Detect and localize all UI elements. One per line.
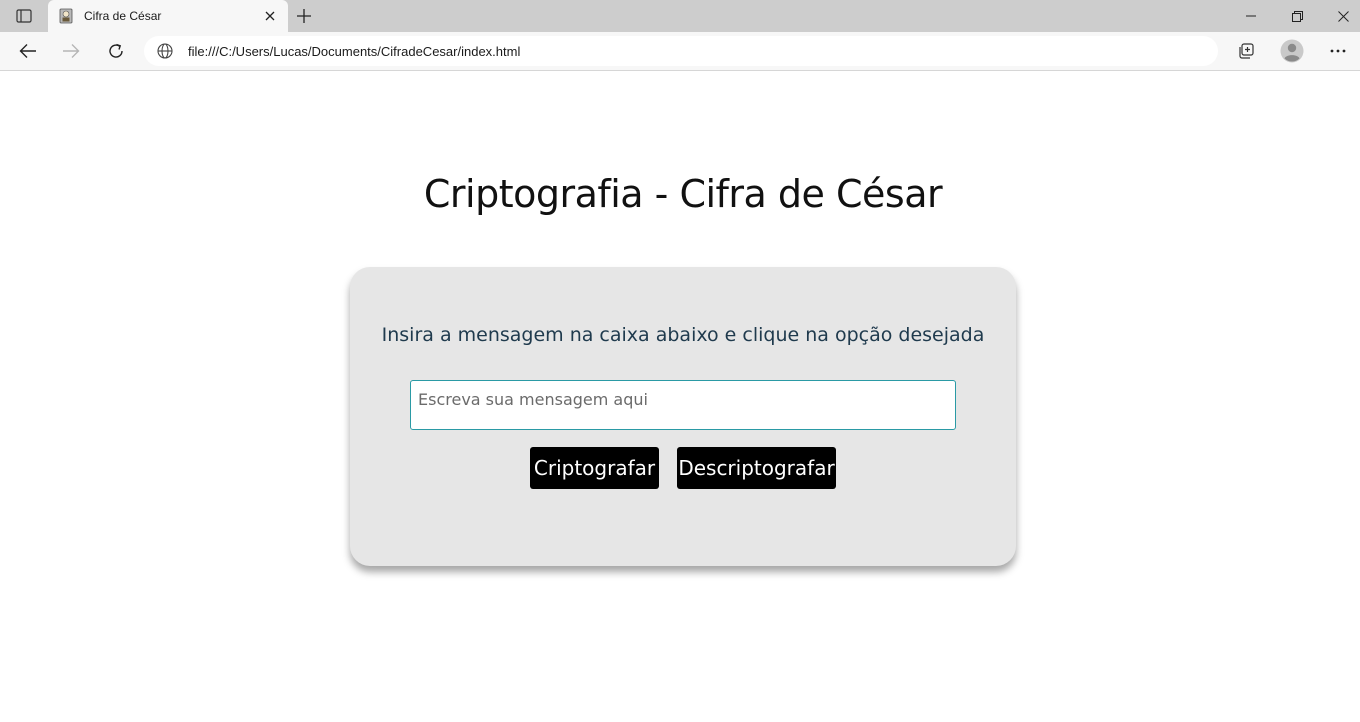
instruction-text: Insira a mensagem na caixa abaixo e cliq… (381, 324, 985, 346)
browser-toolbar: file:///C:/Users/Lucas/Documents/Cifrade… (0, 32, 1360, 71)
message-input[interactable] (410, 380, 956, 430)
reload-icon[interactable] (101, 37, 131, 65)
minimize-icon[interactable] (1228, 0, 1274, 32)
globe-icon[interactable] (156, 42, 174, 60)
tab-actions-icon[interactable] (10, 6, 38, 26)
avatar-icon[interactable] (1277, 37, 1307, 65)
tab-title: Cifra de César (84, 9, 162, 23)
encrypt-button[interactable]: Criptografar (530, 447, 659, 489)
browser-tab[interactable]: Cifra de César (48, 0, 288, 32)
cipher-card: Insira a mensagem na caixa abaixo e cliq… (350, 267, 1016, 566)
window-close-icon[interactable] (1320, 0, 1360, 32)
page-content: Criptografia - Cifra de César Insira a m… (0, 72, 1360, 722)
more-icon[interactable] (1323, 37, 1353, 65)
address-text[interactable]: file:///C:/Users/Lucas/Documents/Cifrade… (188, 44, 520, 59)
plus-icon[interactable] (292, 6, 316, 26)
collections-icon[interactable] (1231, 37, 1261, 65)
address-bar[interactable]: file:///C:/Users/Lucas/Documents/Cifrade… (144, 36, 1218, 66)
page-title: Criptografia - Cifra de César (423, 172, 943, 216)
close-icon[interactable] (262, 8, 278, 24)
restore-icon[interactable] (1274, 0, 1320, 32)
page-favicon-icon (58, 8, 74, 24)
browser-tab-bar: Cifra de César (0, 0, 1360, 32)
decrypt-button[interactable]: Descriptografar (677, 447, 836, 489)
arrow-right-icon[interactable] (56, 37, 86, 65)
arrow-left-icon[interactable] (13, 37, 43, 65)
